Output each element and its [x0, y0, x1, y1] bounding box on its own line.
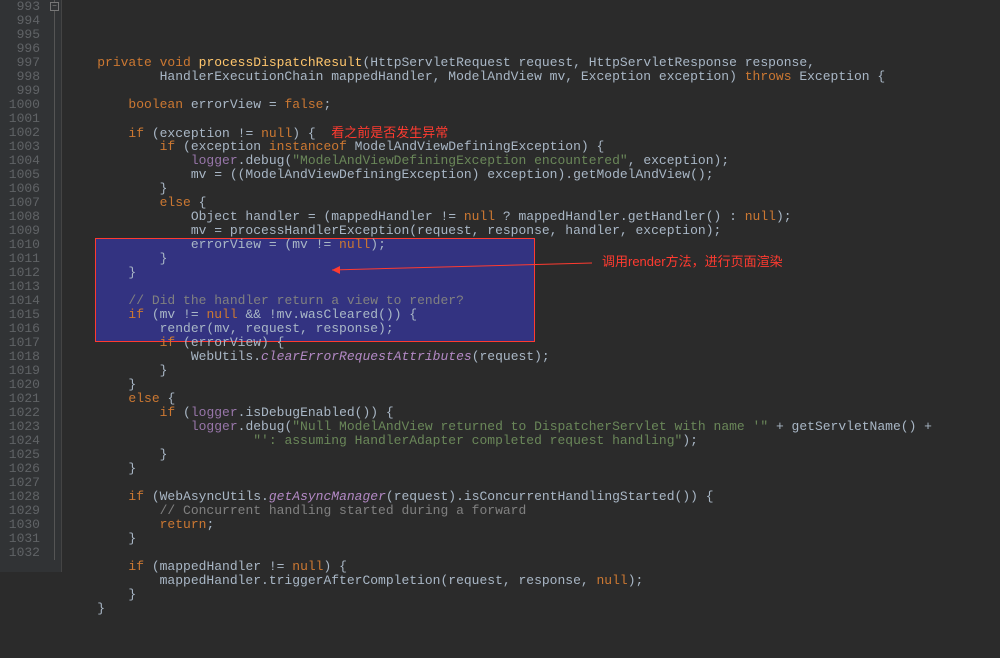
code-line[interactable]: render(mv, request, response); [66, 322, 1000, 336]
code-line[interactable]: if (exception != null) { 看之前是否发生异常 [66, 126, 1000, 140]
line-number: 1011 [6, 252, 40, 266]
code-line[interactable]: // Concurrent handling started during a … [66, 504, 1000, 518]
line-number: 1024 [6, 434, 40, 448]
code-line[interactable] [66, 476, 1000, 490]
line-number: 1030 [6, 518, 40, 532]
code-line[interactable]: } [66, 364, 1000, 378]
line-number: 995 [6, 28, 40, 42]
line-number: 1023 [6, 420, 40, 434]
line-number: 1001 [6, 112, 40, 126]
code-line[interactable]: } [66, 462, 1000, 476]
code-line[interactable]: if (logger.isDebugEnabled()) { [66, 406, 1000, 420]
fold-toggle-icon[interactable]: − [50, 2, 59, 11]
code-line[interactable]: if (exception instanceof ModelAndViewDef… [66, 140, 1000, 154]
line-number: 1005 [6, 168, 40, 182]
code-line[interactable]: if (errorView) { [66, 336, 1000, 350]
line-number: 1013 [6, 280, 40, 294]
code-line[interactable]: } [66, 378, 1000, 392]
annotation-render-label: 调用render方法，进行页面渲染 [602, 255, 783, 269]
line-number: 999 [6, 84, 40, 98]
line-number: 1029 [6, 504, 40, 518]
code-line[interactable] [66, 84, 1000, 98]
code-line[interactable] [66, 280, 1000, 294]
fold-strip[interactable]: − [50, 0, 62, 572]
line-number: 1015 [6, 308, 40, 322]
line-number: 1017 [6, 336, 40, 350]
code-line[interactable]: // Did the handler return a view to rend… [66, 294, 1000, 308]
line-number: 993 [6, 0, 40, 14]
line-number: 1009 [6, 224, 40, 238]
code-editor[interactable]: 9939949959969979989991000100110021003100… [0, 0, 1000, 572]
line-number-gutter: 9939949959969979989991000100110021003100… [0, 0, 50, 572]
line-number: 1022 [6, 406, 40, 420]
code-line[interactable]: } [66, 252, 1000, 266]
line-number: 1014 [6, 294, 40, 308]
line-number: 1026 [6, 462, 40, 476]
line-number: 1010 [6, 238, 40, 252]
line-number: 1002 [6, 126, 40, 140]
code-line[interactable]: } [66, 182, 1000, 196]
line-number: 1031 [6, 532, 40, 546]
code-line[interactable]: return; [66, 518, 1000, 532]
code-line[interactable] [66, 546, 1000, 560]
code-line[interactable]: if (mv != null && !mv.wasCleared()) { [66, 308, 1000, 322]
code-line[interactable]: logger.debug("ModelAndViewDefiningExcept… [66, 154, 1000, 168]
code-line[interactable]: } [66, 602, 1000, 616]
code-line[interactable]: else { [66, 392, 1000, 406]
line-number: 1008 [6, 210, 40, 224]
code-line[interactable]: } [66, 588, 1000, 602]
line-number: 1007 [6, 196, 40, 210]
line-number: 1006 [6, 182, 40, 196]
code-line[interactable]: Object handler = (mappedHandler != null … [66, 210, 1000, 224]
line-number: 996 [6, 42, 40, 56]
code-line[interactable]: "': assuming HandlerAdapter completed re… [66, 434, 1000, 448]
annotation-exception: 看之前是否发生异常 [331, 125, 448, 140]
code-area[interactable]: private void processDispatchResult(HttpS… [62, 0, 1000, 572]
code-line[interactable]: private void processDispatchResult(HttpS… [66, 56, 1000, 70]
code-line[interactable]: WebUtils.clearErrorRequestAttributes(req… [66, 350, 1000, 364]
code-line[interactable]: mappedHandler.triggerAfterCompletion(req… [66, 574, 1000, 588]
line-number: 997 [6, 56, 40, 70]
line-number: 1012 [6, 266, 40, 280]
line-number: 1000 [6, 98, 40, 112]
line-number: 1018 [6, 350, 40, 364]
line-number: 1032 [6, 546, 40, 560]
code-line[interactable]: } [66, 448, 1000, 462]
line-number: 1025 [6, 448, 40, 462]
code-line[interactable]: else { [66, 196, 1000, 210]
code-line[interactable]: } [66, 266, 1000, 280]
line-number: 1021 [6, 392, 40, 406]
code-line[interactable]: boolean errorView = false; [66, 98, 1000, 112]
line-number: 994 [6, 14, 40, 28]
code-line[interactable]: mv = processHandlerException(request, re… [66, 224, 1000, 238]
code-line[interactable]: } [66, 532, 1000, 546]
code-line[interactable]: mv = ((ModelAndViewDefiningException) ex… [66, 168, 1000, 182]
code-line[interactable]: HandlerExecutionChain mappedHandler, Mod… [66, 70, 1000, 84]
code-line[interactable]: logger.debug("Null ModelAndView returned… [66, 420, 1000, 434]
line-number: 1003 [6, 140, 40, 154]
line-number: 1027 [6, 476, 40, 490]
code-line[interactable]: if (WebAsyncUtils.getAsyncManager(reques… [66, 490, 1000, 504]
line-number: 1020 [6, 378, 40, 392]
code-line[interactable] [66, 112, 1000, 126]
line-number: 1004 [6, 154, 40, 168]
line-number: 998 [6, 70, 40, 84]
line-number: 1019 [6, 364, 40, 378]
line-number: 1028 [6, 490, 40, 504]
code-line[interactable]: errorView = (mv != null); [66, 238, 1000, 252]
line-number: 1016 [6, 322, 40, 336]
